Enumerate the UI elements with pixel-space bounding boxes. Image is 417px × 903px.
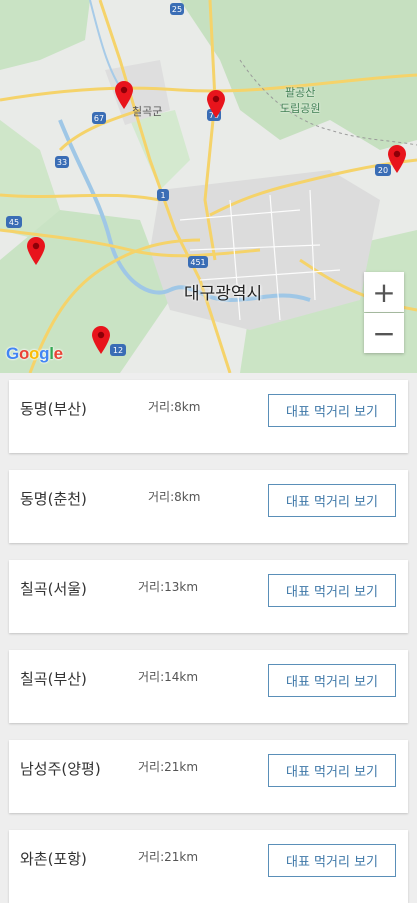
list-item: 남성주(양평) 거리:21km 대표 먹거리 보기 <box>9 740 408 813</box>
list-item: 동명(부산) 거리:8km 대표 먹거리 보기 <box>9 380 408 453</box>
zoom-in-button[interactable]: + <box>364 272 404 312</box>
map-marker-pin[interactable] <box>205 89 227 119</box>
google-logo: Google <box>6 344 63 364</box>
rest-area-distance: 거리:21km <box>138 760 199 774</box>
road-shield: 45 <box>6 216 22 228</box>
google-logo-letter: G <box>6 344 19 363</box>
park-label: 팔공산 도립공원 <box>280 85 320 117</box>
zoom-out-button[interactable]: − <box>364 313 404 353</box>
list-item: 와촌(포항) 거리:21km 대표 먹거리 보기 <box>9 830 408 903</box>
map-base <box>0 0 417 373</box>
rest-area-name: 남성주(양평) <box>20 760 101 778</box>
map-view[interactable]: 25 67 79 33 1 451 45 12 20 칠곡군 팔공산 도립공원 … <box>0 0 417 373</box>
view-food-button[interactable]: 대표 먹거리 보기 <box>268 394 396 427</box>
rest-area-name: 와촌(포항) <box>20 850 87 868</box>
map-marker-pin[interactable] <box>113 80 135 110</box>
rest-area-name: 동명(춘천) <box>20 490 87 508</box>
rest-area-distance: 거리:8km <box>148 490 201 504</box>
list-item: 칠곡(서울) 거리:13km 대표 먹거리 보기 <box>9 560 408 633</box>
rest-area-name: 칠곡(서울) <box>20 580 87 598</box>
google-logo-letter: e <box>53 344 63 363</box>
road-shield: 25 <box>170 3 184 15</box>
rest-area-name: 동명(부산) <box>20 400 87 418</box>
park-label-line2: 도립공원 <box>280 102 321 115</box>
view-food-button[interactable]: 대표 먹거리 보기 <box>268 664 396 697</box>
view-food-button[interactable]: 대표 먹거리 보기 <box>268 484 396 517</box>
rest-area-distance: 거리:13km <box>138 580 199 594</box>
rest-area-distance: 거리:14km <box>138 670 199 684</box>
map-marker-pin[interactable] <box>386 144 408 174</box>
district-label: 칠곡군 <box>132 105 163 118</box>
view-food-button[interactable]: 대표 먹거리 보기 <box>268 844 396 877</box>
road-shield: 67 <box>92 112 106 124</box>
google-logo-letter: o <box>18 344 30 363</box>
view-food-button[interactable]: 대표 먹거리 보기 <box>268 754 396 787</box>
map-marker-pin[interactable] <box>90 325 112 355</box>
google-logo-letter: o <box>29 344 40 363</box>
list-item: 동명(춘천) 거리:8km 대표 먹거리 보기 <box>9 470 408 543</box>
road-shield: 451 <box>188 256 208 268</box>
rest-area-distance: 거리:8km <box>148 400 201 414</box>
road-shield: 12 <box>110 344 126 356</box>
city-label: 대구광역시 <box>184 284 263 304</box>
view-food-button[interactable]: 대표 먹거리 보기 <box>268 574 396 607</box>
rest-area-name: 칠곡(부산) <box>20 670 87 688</box>
road-shield: 1 <box>157 189 169 201</box>
road-shield: 33 <box>55 156 69 168</box>
park-label-line1: 팔공산 <box>285 86 316 99</box>
rest-area-distance: 거리:21km <box>138 850 199 864</box>
list-item: 칠곡(부산) 거리:14km 대표 먹거리 보기 <box>9 650 408 723</box>
google-logo-letter: g <box>39 344 50 363</box>
map-marker-pin[interactable] <box>25 236 47 266</box>
